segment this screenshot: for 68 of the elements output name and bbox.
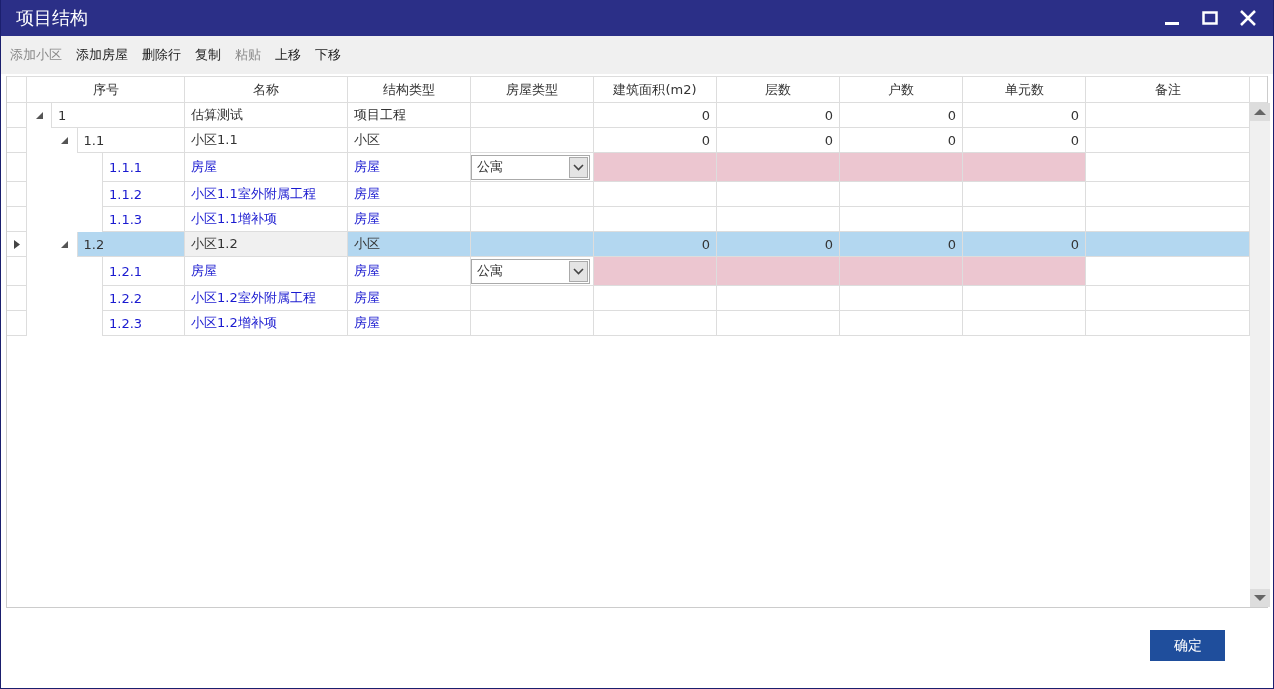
row-number: 1.1.3	[109, 211, 143, 227]
row-number: 1.1.1	[109, 159, 143, 175]
collapse-icon[interactable]	[61, 241, 68, 248]
name-cell: 估算测试	[185, 103, 348, 128]
structure-type-cell: 项目工程	[348, 103, 471, 128]
minimize-icon	[1165, 21, 1179, 25]
collapse-icon[interactable]	[61, 137, 68, 144]
table-row[interactable]: 1.1.1 房屋 房屋 公寓	[7, 153, 1250, 182]
toolbar-button[interactable]: 删除行	[138, 46, 185, 64]
number-cell: 0	[963, 232, 1086, 257]
window-title: 项目结构	[16, 6, 89, 30]
column-header[interactable]: 结构类型	[348, 77, 471, 102]
row-number: 1.2	[83, 236, 105, 252]
toolbar-button[interactable]: 下移	[311, 46, 345, 64]
row-number: 1	[58, 107, 67, 123]
collapse-icon[interactable]	[35, 112, 43, 119]
dropdown-caret-icon[interactable]	[569, 260, 588, 282]
name-cell: 房屋	[185, 257, 348, 286]
row-number: 1.2.1	[109, 263, 143, 279]
structure-type-cell: 小区	[348, 128, 471, 153]
number-cell: 0	[840, 232, 963, 257]
toolbar-button[interactable]: 添加房屋	[72, 46, 132, 64]
house-type-dropdown[interactable]: 公寓	[471, 258, 590, 284]
dropdown-caret-icon[interactable]	[569, 156, 588, 178]
column-header[interactable]: 建筑面积(m2)	[594, 77, 717, 102]
toolbar-button[interactable]: 上移	[271, 46, 305, 64]
name-cell: 小区1.2	[185, 232, 348, 257]
column-header[interactable]: 单元数	[963, 77, 1086, 102]
confirm-button[interactable]: 确定	[1150, 630, 1225, 661]
structure-type-cell: 房屋	[348, 182, 471, 207]
table-row[interactable]: 1.2.2 小区1.2室外附属工程 房屋	[7, 286, 1250, 311]
column-header[interactable]: 名称	[185, 77, 348, 102]
row-number: 1.2.2	[109, 290, 143, 306]
column-header[interactable]: 户数	[840, 77, 963, 102]
table-row[interactable]: 1.2.3 小区1.2增补项 房屋	[7, 311, 1250, 336]
structure-type-cell: 房屋	[348, 311, 471, 336]
column-header[interactable]: 序号	[27, 77, 185, 102]
name-cell: 小区1.2增补项	[185, 311, 348, 336]
toolbar-button[interactable]: 复制	[191, 46, 225, 64]
row-number: 1.1.2	[109, 186, 143, 202]
number-cell: 0	[594, 103, 717, 128]
maximize-icon	[1202, 10, 1218, 26]
number-cell: 0	[717, 232, 840, 257]
table-row[interactable]: 1.2 小区1.2 小区 0 0 0 0	[7, 232, 1250, 257]
name-cell: 小区1.2室外附属工程	[185, 286, 348, 311]
vertical-scrollbar[interactable]	[1250, 103, 1270, 607]
row-number: 1.2.3	[109, 315, 143, 331]
structure-type-cell: 小区	[348, 232, 471, 257]
current-row-icon	[13, 239, 20, 249]
number-cell: 0	[963, 103, 1086, 128]
name-cell: 房屋	[185, 153, 348, 182]
name-cell: 小区1.1	[185, 128, 348, 153]
column-header[interactable]: 备注	[1086, 77, 1250, 102]
name-cell: 小区1.1室外附属工程	[185, 182, 348, 207]
table-row[interactable]: 1.1.2 小区1.1室外附属工程 房屋	[7, 182, 1250, 207]
close-icon	[1239, 9, 1257, 27]
table-row[interactable]: 1 估算测试 项目工程 0 0 0 0	[7, 103, 1250, 128]
house-type-dropdown[interactable]: 公寓	[471, 154, 590, 180]
row-number: 1.1	[83, 132, 105, 148]
scroll-up-icon[interactable]	[1250, 103, 1270, 121]
number-cell: 0	[717, 103, 840, 128]
number-cell: 0	[840, 103, 963, 128]
number-cell: 0	[594, 232, 717, 257]
table-row[interactable]: 1.2.1 房屋 房屋 公寓	[7, 257, 1250, 286]
structure-type-cell: 房屋	[348, 286, 471, 311]
column-header[interactable]: 层数	[717, 77, 840, 102]
scroll-down-icon[interactable]	[1250, 589, 1270, 607]
column-header[interactable]: 房屋类型	[471, 77, 594, 102]
